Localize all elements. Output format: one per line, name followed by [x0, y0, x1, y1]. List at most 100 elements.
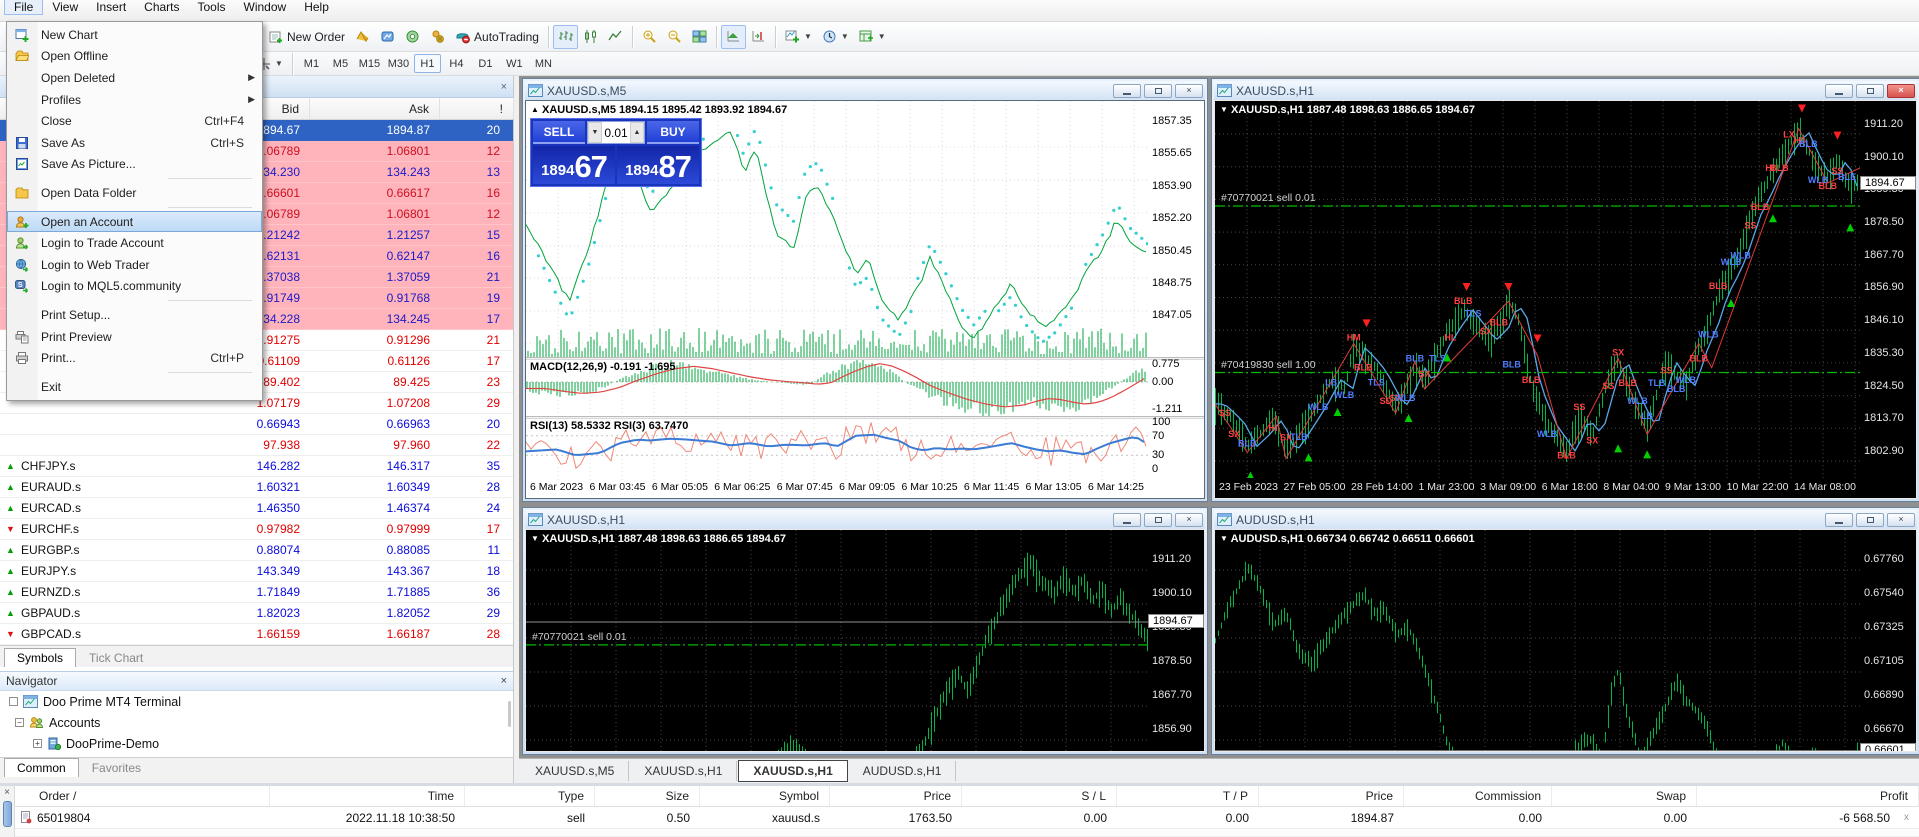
menubar-item[interactable]: Charts — [135, 0, 188, 14]
terminal-column-header[interactable]: Profit — [1697, 786, 1919, 806]
terminal-column-header[interactable]: S / L — [962, 786, 1117, 806]
file-menu-item[interactable]: Profiles ▶ — [7, 89, 262, 111]
terminal-column-header[interactable]: Commission — [1404, 786, 1552, 806]
file-menu-item[interactable]: Close Ctrl+F4 — [7, 110, 262, 132]
navigator-tab[interactable]: Common — [4, 758, 79, 777]
bar-chart-mode-icon[interactable] — [553, 25, 578, 49]
chart2-main-plot[interactable]: SSSXBLBHISXTLBWLBLBWLBHMBLBTLSSDSXWLBBLB… — [1215, 101, 1860, 478]
tree-expander[interactable] — [9, 697, 18, 706]
chart2-body[interactable]: ▼ XAUUSD.s,H1 1887.48 1898.63 1886.65 18… — [1214, 100, 1917, 499]
navigator-close-icon[interactable]: × — [501, 675, 507, 687]
timeframe-button[interactable]: H4 — [443, 54, 470, 73]
timeframe-button[interactable]: M30 — [385, 54, 412, 73]
market-watch-tab[interactable]: Tick Chart — [76, 648, 156, 667]
timeframe-button[interactable]: M15 — [356, 54, 383, 73]
chart-tab[interactable]: XAUUSD.s,H1 — [630, 761, 737, 781]
minimize-button[interactable] — [1113, 84, 1141, 98]
close-button[interactable]: × — [1887, 513, 1915, 527]
restore-button[interactable] — [1144, 84, 1172, 98]
chart4-body[interactable]: ▼ AUDUSD.s,H1 0.66734 0.66742 0.66511 0.… — [1214, 529, 1917, 752]
menubar-item[interactable]: Help — [295, 0, 338, 14]
buy-price[interactable]: 189487 — [617, 146, 699, 184]
market-watch-row[interactable]: ▲EURNZD.s 1.71849 1.71885 36 — [0, 582, 513, 603]
order-close-icon[interactable]: x — [1904, 812, 1909, 823]
chart-tab[interactable]: AUDUSD.s,H1 — [849, 761, 957, 781]
market-watch-icon[interactable] — [350, 25, 375, 49]
timeframe-button[interactable]: M1 — [298, 54, 325, 73]
file-menu-item[interactable]: Print... Ctrl+P — [7, 347, 262, 369]
file-menu-item[interactable]: New Chart — [7, 24, 262, 46]
sell-button[interactable]: SELL — [533, 121, 585, 144]
terminal-column-header[interactable]: Order / — [15, 786, 270, 806]
order-line-label[interactable]: #70770021 sell 0.01 — [1221, 192, 1316, 204]
terminal-column-header[interactable]: Price — [830, 786, 962, 806]
terminal-column-header[interactable]: Time — [270, 786, 465, 806]
navigator-tree-item[interactable]: + DooPrime-Demo — [0, 733, 513, 754]
timeframe-button[interactable]: MN — [530, 54, 557, 73]
close-button[interactable]: × — [1175, 84, 1203, 98]
terminal-scrollbar[interactable] — [3, 801, 12, 827]
column-spread[interactable]: ! — [440, 98, 514, 119]
chart-window-xauusd-h1-active[interactable]: XAUUSD.s,H1 × ▼ XAUUSD.s,H1 1887.48 1898… — [1211, 78, 1919, 502]
market-watch-row[interactable]: ▼GBPCAD.s 1.66159 1.66187 28 — [0, 624, 513, 645]
new-order-button[interactable]: New Order — [264, 25, 350, 49]
tile-windows-icon[interactable] — [687, 25, 712, 49]
terminal-column-header[interactable]: T / P — [1117, 786, 1259, 806]
menubar-item[interactable]: Window — [235, 0, 296, 14]
timeframe-button[interactable]: D1 — [472, 54, 499, 73]
restore-button[interactable] — [1144, 513, 1172, 527]
zoom-in-icon[interactable] — [637, 25, 662, 49]
navigator-scrollbar[interactable] — [508, 701, 511, 727]
close-button[interactable]: × — [1887, 84, 1915, 98]
file-menu-item[interactable]: Open Deleted ▶ — [7, 67, 262, 89]
volume-down-icon[interactable]: ▼ — [588, 122, 602, 143]
market-watch-row[interactable]: ▲CHFJPY.s 146.282 146.317 35 — [0, 456, 513, 477]
file-menu-item[interactable]: Open Data Folder — [7, 182, 262, 204]
chart1-titlebar[interactable]: XAUUSD.s,M5 × — [525, 81, 1205, 100]
navigator-tree-item[interactable]: Doo Prime MT4 Terminal — [0, 691, 513, 712]
file-menu-item[interactable]: Open Offline — [7, 46, 262, 68]
restore-button[interactable] — [1856, 513, 1884, 527]
sell-price[interactable]: 189467 — [533, 146, 615, 184]
navigator-tree-item[interactable]: − Accounts — [0, 712, 513, 733]
market-watch-row[interactable]: ▲EURAUD.s 1.60321 1.60349 28 — [0, 477, 513, 498]
order-line-label[interactable]: #70770021 sell 0.01 — [532, 631, 627, 643]
terminal-row-clipped[interactable] — [0, 829, 1919, 837]
chart1-body[interactable]: ▲ XAUUSD.s,M5 1894.15 1895.42 1893.92 18… — [525, 100, 1205, 499]
menubar-item[interactable]: View — [43, 0, 87, 14]
terminal-close-icon[interactable]: × — [4, 788, 10, 798]
zoom-out-icon[interactable] — [662, 25, 687, 49]
expert-settings-icon[interactable] — [425, 25, 450, 49]
menubar-item[interactable]: File — [4, 0, 43, 15]
file-menu-item[interactable]: S Login to MQL5.community — [7, 276, 262, 298]
buy-button[interactable]: BUY — [647, 121, 699, 144]
autotrading-button[interactable]: AutoTrading — [450, 25, 544, 49]
candlestick-mode-icon[interactable] — [578, 25, 603, 49]
chart-window-xauusd-h1[interactable]: XAUUSD.s,H1 × ▼ XAUUSD.s,H1 1887.48 1898… — [522, 507, 1208, 755]
file-menu-item[interactable] — [7, 175, 262, 182]
timeframe-button[interactable]: M5 — [327, 54, 354, 73]
chart-window-xauusd-m5[interactable]: XAUUSD.s,M5 × ▲ XAUUSD.s,M5 1894.15 1895… — [522, 78, 1208, 502]
market-watch-row[interactable]: 0.66943 0.66963 20 — [0, 414, 513, 435]
close-button[interactable]: × — [1175, 513, 1203, 527]
column-ask[interactable]: Ask — [310, 98, 440, 119]
auto-scroll-icon[interactable] — [721, 25, 746, 49]
file-menu-item[interactable]: Login to Trade Account — [7, 232, 262, 254]
market-watch-row[interactable]: ▲EURCAD.s 1.46350 1.46374 24 — [0, 498, 513, 519]
tree-expander[interactable]: − — [15, 718, 24, 727]
volume-up-icon[interactable]: ▲ — [630, 122, 644, 143]
order-line-label[interactable]: #70419830 sell 1.00 — [1221, 359, 1316, 371]
minimize-button[interactable] — [1825, 513, 1853, 527]
file-menu-item[interactable]: Open an Account — [7, 211, 262, 233]
minimize-button[interactable] — [1113, 513, 1141, 527]
file-menu-item[interactable]: Print Preview — [7, 326, 262, 348]
chart3-body[interactable]: ▼ XAUUSD.s,H1 1887.48 1898.63 1886.65 18… — [525, 529, 1205, 752]
terminal-column-header[interactable]: Price — [1259, 786, 1404, 806]
market-watch-row[interactable]: ▲EURJPY.s 143.349 143.367 18 — [0, 561, 513, 582]
indicators-button[interactable]: ▼ — [780, 25, 817, 49]
terminal-column-header[interactable]: Symbol — [700, 786, 830, 806]
file-menu-item[interactable] — [7, 297, 262, 304]
chart-shift-icon[interactable] — [746, 25, 771, 49]
market-watch-row[interactable]: ▲GBPAUD.s 1.82023 1.82052 29 — [0, 603, 513, 624]
market-watch-row[interactable]: ▼EURCHF.s 0.97982 0.97999 17 — [0, 519, 513, 540]
